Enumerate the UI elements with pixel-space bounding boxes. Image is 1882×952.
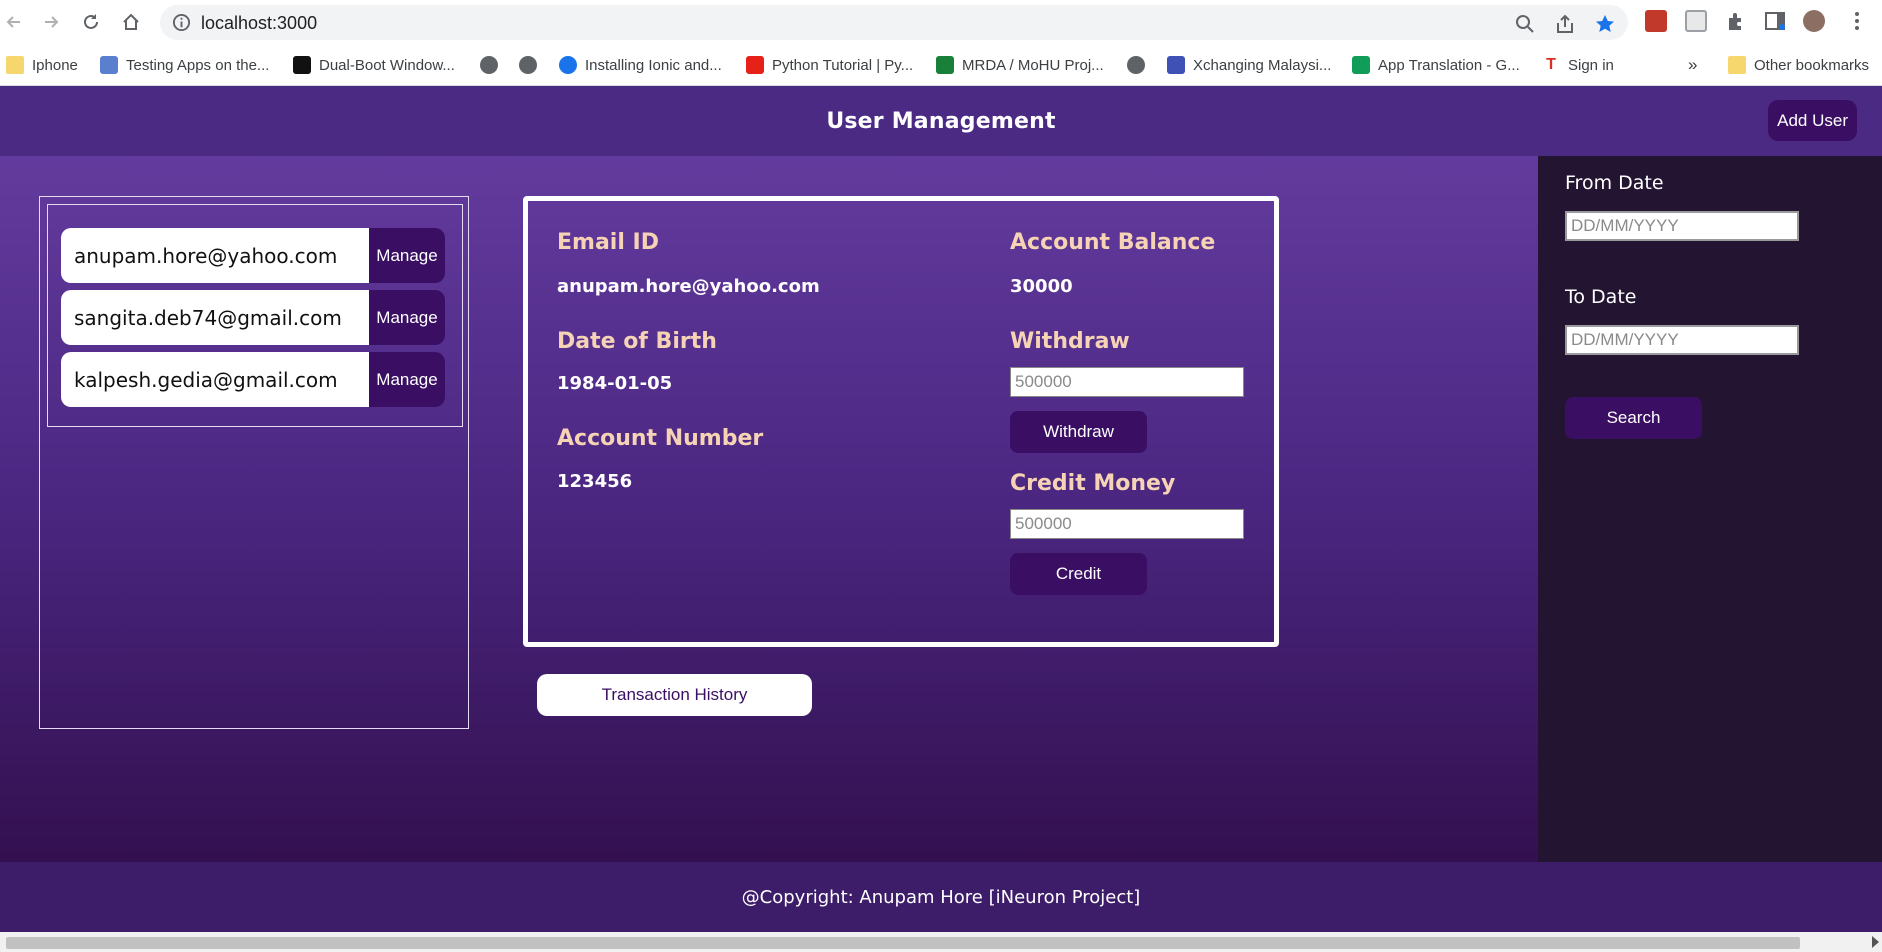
- bookmark-star-icon[interactable]: [1595, 14, 1615, 34]
- globe-icon: [1127, 56, 1145, 74]
- email-value: anupam.hore@yahoo.com: [557, 276, 820, 297]
- bookmark-item[interactable]: Xchanging Malaysi...: [1167, 53, 1331, 77]
- extensions-puzzle-icon[interactable]: [1725, 10, 1747, 32]
- folder-icon: [1728, 56, 1746, 74]
- credit-button[interactable]: Credit: [1010, 553, 1147, 595]
- search-button[interactable]: Search: [1565, 397, 1702, 439]
- profile-avatar[interactable]: [1803, 10, 1825, 32]
- forward-icon[interactable]: [39, 10, 63, 34]
- manage-button[interactable]: Manage: [369, 290, 445, 345]
- dob-value: 1984-01-05: [557, 373, 673, 394]
- withdraw-label: Withdraw: [1010, 329, 1130, 354]
- dob-label: Date of Birth: [557, 329, 717, 354]
- zoom-icon[interactable]: [1515, 14, 1535, 34]
- reload-icon[interactable]: [79, 10, 103, 34]
- from-date-input[interactable]: [1565, 211, 1799, 241]
- back-icon[interactable]: [2, 10, 26, 34]
- app-header: User Management Add User: [0, 86, 1882, 156]
- to-date-input[interactable]: [1565, 325, 1799, 355]
- to-date-label: To Date: [1565, 286, 1637, 308]
- user-email: sangita.deb74@gmail.com: [61, 290, 369, 345]
- more-bookmarks-button[interactable]: »: [1688, 53, 1697, 77]
- user-email: kalpesh.gedia@gmail.com: [61, 352, 369, 407]
- ionic-icon: [559, 56, 577, 74]
- date-filter-sidebar: From Date To Date Search: [1538, 156, 1882, 862]
- add-user-button[interactable]: Add User: [1768, 100, 1857, 141]
- scrollbar-thumb[interactable]: [6, 937, 1800, 949]
- app-root: User Management Add User anupam.hore@yah…: [0, 86, 1882, 932]
- transaction-history-button[interactable]: Transaction History: [537, 674, 812, 716]
- address-bar[interactable]: localhost:3000: [160, 5, 1628, 40]
- withdraw-amount-input[interactable]: [1010, 367, 1244, 397]
- cast-icon[interactable]: [1685, 10, 1707, 32]
- credit-label: Credit Money: [1010, 471, 1176, 496]
- bookmark-item[interactable]: Dual-Boot Window...: [293, 53, 455, 77]
- bookmark-item[interactable]: T Sign in: [1542, 53, 1614, 77]
- site-icon: [293, 56, 311, 74]
- balance-value: 30000: [1010, 276, 1073, 297]
- copyright-text: @Copyright: Anupam Hore [iNeuron Project…: [741, 886, 1141, 908]
- bookmark-item[interactable]: [1127, 53, 1145, 77]
- t-icon: T: [1542, 56, 1560, 74]
- side-panel-icon[interactable]: [1764, 10, 1786, 32]
- youtube-icon: [746, 56, 764, 74]
- menu-kebab-icon[interactable]: [1846, 10, 1868, 32]
- user-list-panel: anupam.hore@yahoo.com Manage sangita.deb…: [39, 196, 469, 729]
- credit-amount-input[interactable]: [1010, 509, 1244, 539]
- balance-label: Account Balance: [1010, 230, 1216, 255]
- bookmark-item[interactable]: Installing Ionic and...: [559, 53, 722, 77]
- site-info-icon[interactable]: [172, 13, 191, 32]
- globe-icon: [519, 56, 537, 74]
- manage-button[interactable]: Manage: [369, 352, 445, 407]
- account-number-value: 123456: [557, 471, 633, 492]
- bookmark-item[interactable]: Python Tutorial | Py...: [746, 53, 913, 77]
- bookmark-item[interactable]: Iphone: [6, 53, 78, 77]
- list-item: anupam.hore@yahoo.com Manage: [61, 228, 445, 283]
- bookmark-item[interactable]: [480, 53, 498, 77]
- home-icon[interactable]: [119, 10, 143, 34]
- account-number-label: Account Number: [557, 426, 764, 451]
- withdraw-button[interactable]: Withdraw: [1010, 411, 1147, 453]
- url-text: localhost:3000: [201, 13, 318, 33]
- user-email: anupam.hore@yahoo.com: [61, 228, 369, 283]
- other-bookmarks[interactable]: Other bookmarks: [1728, 53, 1869, 77]
- sheets-icon: [936, 56, 954, 74]
- email-label: Email ID: [557, 230, 659, 255]
- user-list: anupam.hore@yahoo.com Manage sangita.deb…: [47, 204, 463, 427]
- from-date-label: From Date: [1565, 172, 1664, 194]
- footer: @Copyright: Anupam Hore [iNeuron Project…: [0, 862, 1882, 932]
- account-details-card: Email ID anupam.hore@yahoo.com Date of B…: [523, 196, 1279, 647]
- bookmarks-bar: Iphone Testing Apps on the... Dual-Boot …: [0, 44, 1882, 86]
- scroll-right-arrow-icon[interactable]: [1872, 936, 1879, 948]
- folder-icon: [6, 56, 24, 74]
- share-icon[interactable]: [1555, 14, 1575, 34]
- list-item: sangita.deb74@gmail.com Manage: [61, 290, 445, 345]
- grid-icon: [100, 56, 118, 74]
- browser-toolbar: localhost:3000: [0, 0, 1882, 44]
- list-item: kalpesh.gedia@gmail.com Manage: [61, 352, 445, 407]
- manage-button[interactable]: Manage: [369, 228, 445, 283]
- page-title: User Management: [826, 108, 1056, 134]
- globe-icon: [480, 56, 498, 74]
- plus-icon: [1352, 56, 1370, 74]
- main-content: anupam.hore@yahoo.com Manage sangita.deb…: [0, 156, 1538, 862]
- bookmark-item[interactable]: Testing Apps on the...: [100, 53, 269, 77]
- bookmark-item[interactable]: MRDA / MoHU Proj...: [936, 53, 1104, 77]
- extension-red-icon[interactable]: [1645, 10, 1667, 32]
- horizontal-scrollbar[interactable]: [0, 932, 1882, 952]
- bookmark-item[interactable]: App Translation - G...: [1352, 53, 1520, 77]
- bookmark-item[interactable]: [519, 53, 537, 77]
- site-icon: [1167, 56, 1185, 74]
